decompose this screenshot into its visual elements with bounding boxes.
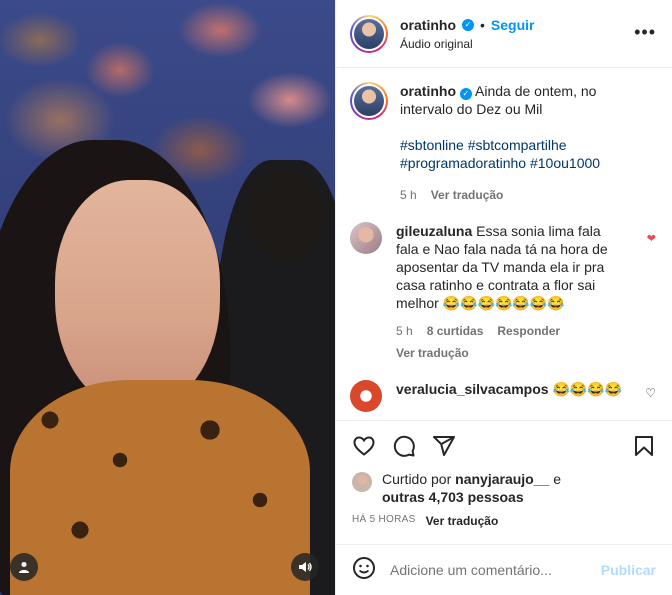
comment-like-heart-icon[interactable]: ♡ <box>645 386 656 400</box>
sound-toggle-button[interactable] <box>291 553 319 581</box>
commenter-username[interactable]: veralucia_silvacampos <box>396 381 549 397</box>
bookmark-icon[interactable] <box>632 434 656 458</box>
verified-badge-icon: ✓ <box>462 18 474 31</box>
caption-meta: 5 h Ver tradução <box>400 186 640 204</box>
caption-username[interactable]: oratinho <box>400 83 456 99</box>
user-icon <box>19 562 29 573</box>
add-comment-bar: Publicar <box>336 544 672 595</box>
hashtags-line-1[interactable]: #sbtonline #sbtcompartilhe <box>400 136 640 154</box>
post-video[interactable] <box>0 0 335 595</box>
liker-username[interactable]: nanyjaraujo__ <box>455 471 549 487</box>
caption-author-avatar[interactable] <box>350 82 388 120</box>
author-avatar-image <box>354 18 384 49</box>
author-avatar[interactable] <box>350 14 388 53</box>
follow-button[interactable]: Seguir <box>491 17 535 33</box>
speaker-icon <box>299 562 312 572</box>
caption-translate-link[interactable]: Ver tradução <box>431 186 504 204</box>
audio-label[interactable]: Áudio original <box>400 37 534 51</box>
video-woman-body <box>10 380 310 595</box>
publish-button[interactable]: Publicar <box>601 562 656 578</box>
comment-input[interactable] <box>390 562 601 578</box>
post-header: oratinho ✓ • Seguir Áudio original ••• <box>336 0 672 68</box>
caption-text-block: oratinho ✓ Ainda de ontem, no intervalo … <box>400 82 640 204</box>
reply-button[interactable]: Responder <box>497 322 560 340</box>
post-translate-link[interactable]: Ver tradução <box>426 514 499 528</box>
commenter-username[interactable]: gileuzaluna <box>396 223 472 239</box>
comment-item: gileuzaluna Essa sonia lima fala fala e … <box>350 222 658 362</box>
video-woman-face <box>55 180 220 410</box>
author-username[interactable]: oratinho <box>400 17 456 33</box>
likes-connector: e <box>553 471 561 487</box>
caption-hashtags: #sbtonline #sbtcompartilhe #programadora… <box>400 136 640 172</box>
commenter-avatar[interactable] <box>350 222 382 254</box>
separator-dot: • <box>480 16 485 33</box>
comment-body: veralucia_silvacampos 😂😂😂😂 <box>396 380 624 412</box>
comments-scroll-area[interactable]: oratinho ✓ Ainda de ontem, no intervalo … <box>336 68 672 420</box>
comment-icon[interactable] <box>392 434 416 458</box>
header-text: oratinho ✓ • Seguir Áudio original <box>400 17 534 51</box>
caption-author-avatar-image <box>354 86 384 116</box>
instagram-post-modal: oratinho ✓ • Seguir Áudio original ••• o… <box>0 0 672 595</box>
emoji-icon[interactable] <box>352 556 376 585</box>
tagged-users-button[interactable] <box>10 553 38 581</box>
hashtags-line-2[interactable]: #programadoratinho #10ou1000 <box>400 154 640 172</box>
liker-avatar[interactable] <box>352 472 372 492</box>
comment-body: gileuzaluna Essa sonia lima fala fala e … <box>396 222 624 362</box>
caption: oratinho ✓ Ainda de ontem, no intervalo … <box>350 82 658 204</box>
comment-translate-link[interactable]: Ver tradução <box>396 344 624 362</box>
likes-others-link[interactable]: outras 4,703 pessoas <box>382 489 524 505</box>
post-actions-bar <box>336 420 672 470</box>
comment-text: 😂😂😂😂 <box>552 381 623 397</box>
comment-liked-heart-icon[interactable]: ❤ <box>647 232 656 245</box>
likes-text: Curtido por nanyjaraujo__ e outras 4,703… <box>382 470 561 506</box>
comment-time[interactable]: 5 h <box>396 322 413 340</box>
post-timestamp[interactable]: HÁ 5 HORAS <box>352 514 416 528</box>
heart-icon[interactable] <box>352 434 376 458</box>
comment-meta: 5 h 8 curtidas Responder <box>396 322 624 340</box>
more-options-icon[interactable]: ••• <box>634 22 656 43</box>
comment-item: veralucia_silvacampos 😂😂😂😂 ♡ <box>350 380 658 412</box>
post-side-panel: oratinho ✓ • Seguir Áudio original ••• o… <box>335 0 672 595</box>
post-timestamp-row: HÁ 5 HORAS Ver tradução <box>352 514 498 528</box>
commenter-avatar[interactable] <box>350 380 382 412</box>
likes-summary: Curtido por nanyjaraujo__ e outras 4,703… <box>352 470 656 506</box>
share-icon[interactable] <box>432 434 456 458</box>
verified-badge-icon: ✓ <box>459 88 472 100</box>
comment-likes-count[interactable]: 8 curtidas <box>427 322 484 340</box>
video-man-head <box>245 170 325 260</box>
caption-time[interactable]: 5 h <box>400 186 417 204</box>
likes-prefix: Curtido por <box>382 471 452 487</box>
